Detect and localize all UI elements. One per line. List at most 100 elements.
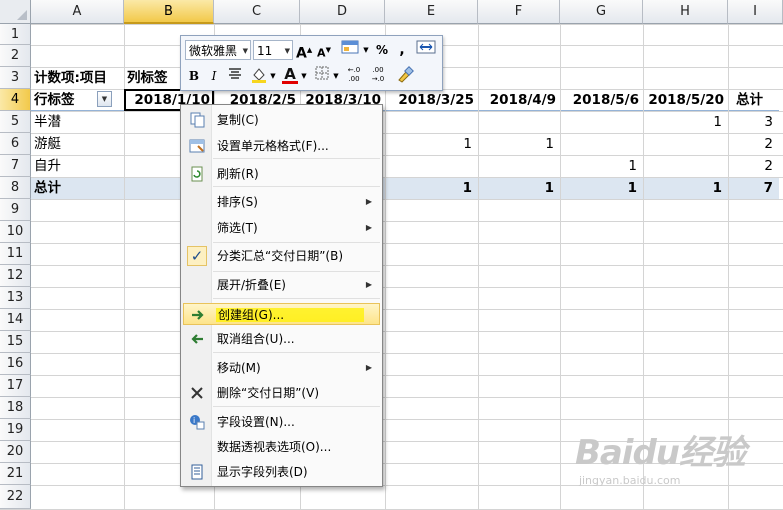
- column-header-g[interactable]: G: [560, 0, 643, 24]
- column-header-b[interactable]: B: [124, 0, 214, 24]
- row-header-18[interactable]: 18: [0, 397, 31, 419]
- value-cell[interactable]: 1: [560, 155, 637, 177]
- column-header-a[interactable]: A: [31, 0, 124, 24]
- bold-button[interactable]: B: [185, 66, 203, 86]
- gridline-h: [0, 24, 783, 25]
- value-cell[interactable]: 1: [643, 177, 722, 199]
- menu-item-5[interactable]: 筛选(T) ▶: [183, 217, 380, 239]
- merge-center-icon[interactable]: [415, 40, 437, 60]
- row-total-cell[interactable]: 7: [728, 177, 773, 199]
- increase-decimal-icon[interactable]: ←.0.00: [343, 66, 365, 86]
- font-name-combo[interactable]: 微软雅黑 ▼: [185, 40, 251, 60]
- value-cell[interactable]: 1: [643, 111, 722, 133]
- value-cell[interactable]: 1: [385, 177, 472, 199]
- row-total-cell[interactable]: 2: [728, 133, 773, 155]
- cell-a4-row-labels[interactable]: 行标签: [34, 89, 96, 111]
- value-cell[interactable]: 1: [478, 177, 554, 199]
- column-header-d[interactable]: D: [300, 0, 385, 24]
- row-header-16[interactable]: 16: [0, 353, 31, 375]
- value-cell[interactable]: 1: [478, 133, 554, 155]
- menu-item-9[interactable]: 取消组合(U)...: [183, 328, 380, 350]
- gridline-h: [0, 287, 783, 288]
- row-header-3[interactable]: 3: [0, 67, 31, 89]
- row-header-1[interactable]: 1: [0, 24, 31, 45]
- row-label-1[interactable]: 半潜: [34, 111, 122, 133]
- total-column-header[interactable]: 总计: [736, 89, 780, 111]
- borders-dropdown-icon[interactable]: ▼: [332, 66, 340, 86]
- row-label-4[interactable]: 总计: [34, 177, 122, 199]
- date-header-7[interactable]: 2018/5/20: [643, 89, 724, 111]
- row-header-22[interactable]: 22: [0, 485, 31, 509]
- row-header-17[interactable]: 17: [0, 375, 31, 397]
- grow-font-button[interactable]: A▲: [296, 40, 312, 62]
- cell-style-dropdown-icon[interactable]: ▼: [362, 40, 370, 60]
- value-cell[interactable]: 1: [385, 133, 472, 155]
- row-header-8[interactable]: 8: [0, 177, 31, 199]
- row-header-11[interactable]: 11: [0, 243, 31, 265]
- fill-color-dropdown-icon[interactable]: ▼: [269, 66, 277, 86]
- percent-style-button[interactable]: %: [373, 40, 391, 60]
- menu-item-8[interactable]: 创建组(G)...: [183, 303, 380, 325]
- row-header-21[interactable]: 21: [0, 463, 31, 485]
- row-header-9[interactable]: 9: [0, 199, 31, 221]
- row-total-cell[interactable]: 3: [728, 111, 773, 133]
- borders-icon[interactable]: [313, 66, 331, 86]
- row-header-6[interactable]: 6: [0, 133, 31, 155]
- row-header-12[interactable]: 12: [0, 265, 31, 287]
- menu-item-14[interactable]: 显示字段列表(D): [183, 461, 380, 483]
- column-header-f[interactable]: F: [478, 0, 560, 24]
- row-label-3[interactable]: 自升: [34, 155, 122, 177]
- cell-a3-count-label[interactable]: 计数项:项目: [34, 67, 124, 89]
- font-color-icon[interactable]: A: [281, 64, 299, 84]
- row-header-20[interactable]: 20: [0, 441, 31, 463]
- menu-item-7[interactable]: 展开/折叠(E) ▶: [183, 274, 380, 296]
- decrease-decimal-icon[interactable]: .00 →.0: [367, 66, 389, 86]
- menu-item-label: 设置单元格格式(F)...: [217, 139, 329, 153]
- menu-item-11[interactable]: 删除“交付日期”(V): [183, 382, 380, 404]
- row-header-10[interactable]: 10: [0, 221, 31, 243]
- gridline-v: [560, 0, 561, 509]
- row-header-2[interactable]: 2: [0, 45, 31, 67]
- ungroup-icon: [189, 331, 205, 347]
- gridline-h: [0, 309, 783, 310]
- column-header-c[interactable]: C: [214, 0, 300, 24]
- comma-style-button[interactable]: ,: [395, 40, 409, 60]
- cell-style-icon[interactable]: [339, 39, 361, 59]
- menu-item-12[interactable]: i 字段设置(N)...: [183, 411, 380, 433]
- menu-separator: [213, 352, 380, 353]
- value-cell[interactable]: 1: [560, 177, 637, 199]
- context-menu: 复制(C) 设置单元格格式(F)... 刷新(R) 排序(S) ▶ 筛选(T) ▶ ✓ 分类汇总…: [180, 104, 383, 487]
- date-header-5[interactable]: 2018/4/9: [478, 89, 556, 111]
- menu-item-13[interactable]: 数据透视表选项(O)...: [183, 436, 380, 458]
- row-header-4[interactable]: 4: [0, 89, 31, 111]
- row-header-15[interactable]: 15: [0, 331, 31, 353]
- menu-item-10[interactable]: 移动(M) ▶: [183, 357, 380, 379]
- font-size-combo[interactable]: 11 ▼: [253, 40, 293, 60]
- row-total-cell[interactable]: 2: [728, 155, 773, 177]
- shrink-font-button[interactable]: A▼: [316, 40, 332, 60]
- fill-color-icon[interactable]: [249, 66, 269, 86]
- align-center-icon[interactable]: [226, 66, 244, 86]
- date-header-6[interactable]: 2018/5/6: [560, 89, 639, 111]
- font-color-dropdown-icon[interactable]: ▼: [300, 66, 308, 86]
- column-header-h[interactable]: H: [643, 0, 728, 24]
- row-header-14[interactable]: 14: [0, 309, 31, 331]
- menu-item-3[interactable]: 刷新(R): [183, 163, 380, 185]
- select-all-corner[interactable]: [0, 0, 31, 24]
- format-painter-icon[interactable]: [395, 66, 415, 86]
- column-header-e[interactable]: E: [385, 0, 478, 24]
- row-label-filter-dropdown[interactable]: ▼: [97, 91, 112, 107]
- row-header-13[interactable]: 13: [0, 287, 31, 309]
- column-header-i[interactable]: I: [728, 0, 783, 24]
- menu-item-4[interactable]: 排序(S) ▶: [183, 191, 380, 213]
- row-header-19[interactable]: 19: [0, 419, 31, 441]
- menu-item-1[interactable]: 复制(C): [183, 109, 380, 131]
- row-header-7[interactable]: 7: [0, 155, 31, 177]
- row-header-5[interactable]: 5: [0, 111, 31, 133]
- gridline-h: [0, 353, 783, 354]
- menu-item-2[interactable]: 设置单元格格式(F)...: [183, 135, 380, 157]
- italic-button[interactable]: I: [205, 66, 223, 86]
- date-header-4[interactable]: 2018/3/25: [385, 89, 474, 111]
- row-label-2[interactable]: 游艇: [34, 133, 122, 155]
- menu-item-6[interactable]: ✓ 分类汇总“交付日期”(B): [183, 245, 380, 267]
